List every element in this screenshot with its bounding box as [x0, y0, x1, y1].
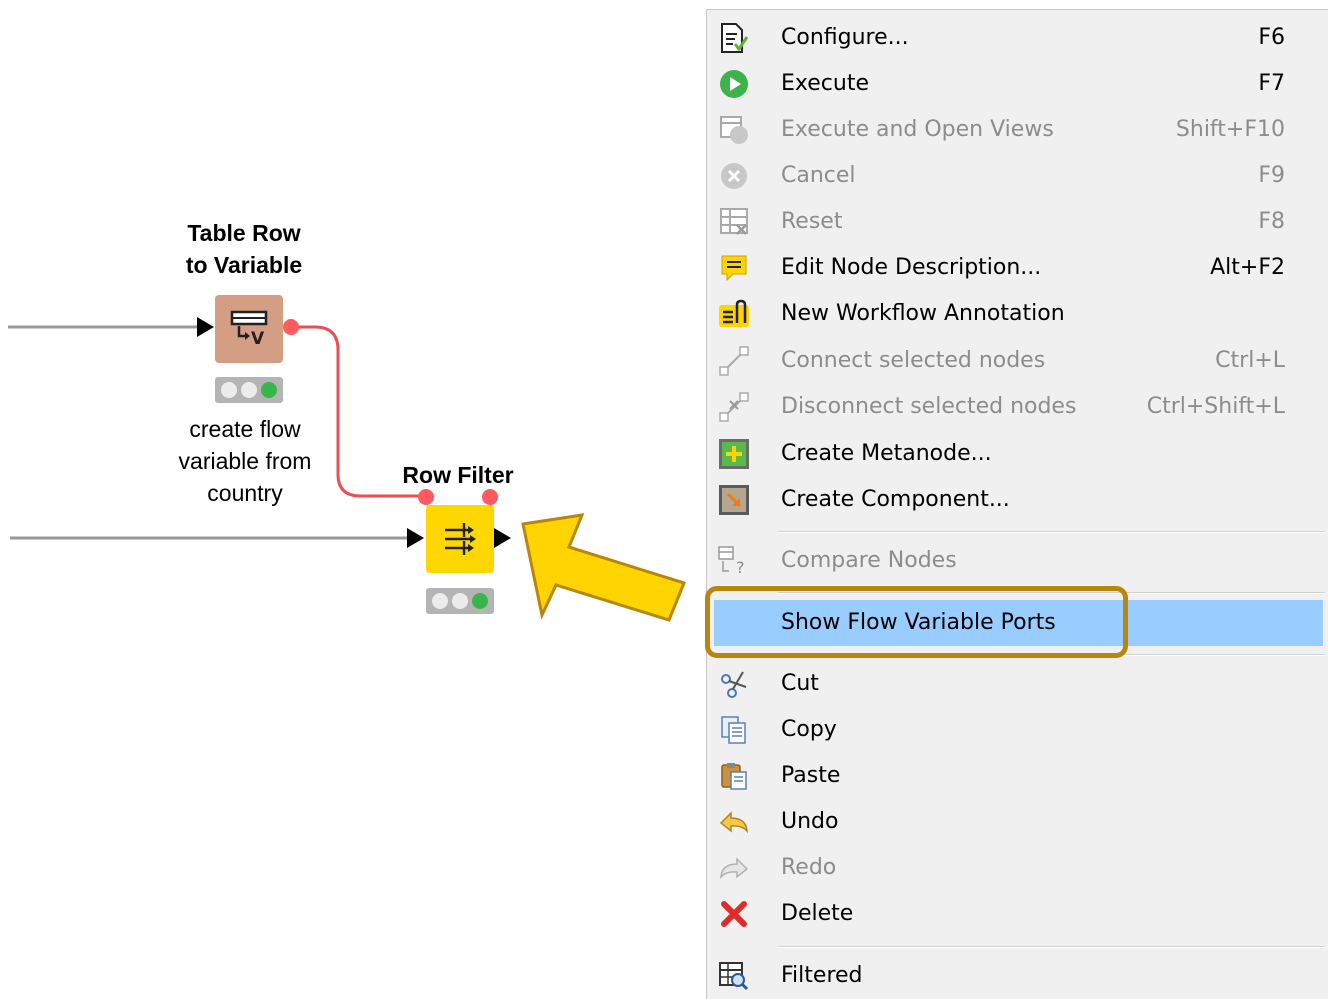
menu-item-label: Execute [781, 71, 869, 96]
execute-open-views-icon [717, 114, 751, 146]
redo-icon [717, 852, 751, 884]
menu-item-filtered[interactable]: Filtered [707, 953, 1327, 999]
flow-variable-out-port[interactable] [283, 319, 299, 335]
menu-item-label: Edit Node Description... [781, 255, 1042, 280]
context-menu: Configure... F6 Execute F7 Execute and O… [706, 9, 1328, 999]
node-title-table-row-to-variable: Table Row to Variable [185, 220, 303, 278]
table-to-variable-icon: V [230, 310, 268, 349]
menu-item-shortcut: Ctrl+Shift+L [1146, 394, 1285, 419]
annotation-icon [717, 298, 751, 330]
output-port-row-filter[interactable] [494, 528, 511, 548]
menu-separator [777, 531, 1325, 533]
paste-icon [717, 760, 751, 792]
edit-description-icon [717, 252, 751, 284]
menu-item-cancel[interactable]: Cancel F9 [707, 153, 1327, 199]
copy-icon [717, 714, 751, 746]
undo-icon [717, 806, 751, 838]
menu-item-execute-and-open-views[interactable]: Execute and Open Views Shift+F10 [707, 107, 1327, 153]
menu-item-label: Copy [781, 717, 837, 742]
svg-text:V: V [251, 329, 265, 349]
menu-item-configure[interactable]: Configure... F6 [707, 15, 1327, 61]
menu-item-label: Paste [781, 763, 841, 788]
menu-item-label: New Workflow Annotation [781, 301, 1065, 326]
delete-icon [717, 898, 751, 930]
configure-icon [717, 22, 751, 54]
node-status-traffic-light [426, 588, 494, 614]
svg-text:?: ? [736, 558, 745, 577]
compare-icon: ? [717, 545, 751, 577]
input-port-row-filter[interactable] [407, 528, 424, 548]
node-status-traffic-light [215, 377, 283, 403]
filtered-icon [717, 960, 751, 992]
menu-item-shortcut: Shift+F10 [1175, 117, 1285, 142]
menu-item-label: Filtered [781, 963, 863, 988]
table-row-to-variable-node[interactable]: V [215, 295, 283, 363]
menu-item-label: Cancel [781, 163, 856, 188]
menu-item-edit-node-description[interactable]: Edit Node Description... Alt+F2 [707, 245, 1327, 291]
menu-item-paste[interactable]: Paste [707, 753, 1327, 799]
menu-item-create-metanode[interactable]: Create Metanode... [707, 431, 1327, 477]
menu-item-label: Cut [781, 671, 819, 696]
pointer-arrow [521, 513, 687, 622]
menu-item-compare-nodes[interactable]: ? Compare Nodes [707, 538, 1327, 584]
workflow-canvas [8, 317, 687, 622]
row-filter-node[interactable] [426, 505, 494, 573]
menu-item-label: Configure... [781, 25, 909, 50]
menu-item-execute[interactable]: Execute F7 [707, 61, 1327, 107]
highlight-callout-box [705, 586, 1128, 658]
menu-item-label: Delete [781, 901, 854, 926]
menu-item-label: Redo [781, 855, 837, 880]
menu-item-delete[interactable]: Delete [707, 891, 1327, 937]
reset-icon [717, 206, 751, 238]
menu-item-connect-selected-nodes[interactable]: Connect selected nodes Ctrl+L [707, 338, 1327, 384]
node-title-row-filter: Row Filter [402, 462, 514, 488]
menu-item-label: Create Metanode... [781, 441, 992, 466]
menu-item-label: Connect selected nodes [781, 348, 1046, 373]
cancel-icon [717, 160, 751, 192]
menu-item-redo[interactable]: Redo [707, 845, 1327, 891]
menu-item-new-workflow-annotation[interactable]: New Workflow Annotation [707, 291, 1327, 337]
menu-item-create-component[interactable]: Create Component... [707, 477, 1327, 523]
metanode-icon [717, 438, 751, 470]
disconnect-icon [717, 391, 751, 423]
node-annotation[interactable]: create flow variable from country [145, 413, 345, 509]
flow-variable-in-port[interactable] [418, 489, 434, 505]
menu-item-reset[interactable]: Reset F8 [707, 199, 1327, 245]
menu-item-label: Create Component... [781, 487, 1010, 512]
menu-item-label: Disconnect selected nodes [781, 394, 1077, 419]
connect-icon [717, 345, 751, 377]
menu-item-copy[interactable]: Copy [707, 707, 1327, 753]
menu-item-shortcut: F7 [1258, 71, 1285, 96]
execute-icon [717, 68, 751, 100]
row-filter-icon [445, 523, 476, 555]
flow-variable-out-port-row-filter[interactable] [482, 489, 498, 505]
menu-item-shortcut: F6 [1258, 25, 1285, 50]
component-icon [717, 484, 751, 516]
menu-item-undo[interactable]: Undo [707, 799, 1327, 845]
menu-item-shortcut: Ctrl+L [1215, 348, 1285, 373]
menu-item-shortcut: F8 [1258, 209, 1285, 234]
menu-item-shortcut: F9 [1258, 163, 1285, 188]
menu-item-label: Reset [781, 209, 843, 234]
menu-separator [777, 946, 1325, 948]
scissors-icon [717, 668, 751, 700]
menu-item-label: Undo [781, 809, 839, 834]
menu-item-cut[interactable]: Cut [707, 661, 1327, 707]
menu-item-shortcut: Alt+F2 [1210, 255, 1285, 280]
menu-item-disconnect-selected-nodes[interactable]: Disconnect selected nodes Ctrl+Shift+L [707, 384, 1327, 430]
menu-item-label: Compare Nodes [781, 548, 957, 573]
menu-item-label: Execute and Open Views [781, 117, 1054, 142]
input-port-table-row[interactable] [197, 317, 214, 337]
